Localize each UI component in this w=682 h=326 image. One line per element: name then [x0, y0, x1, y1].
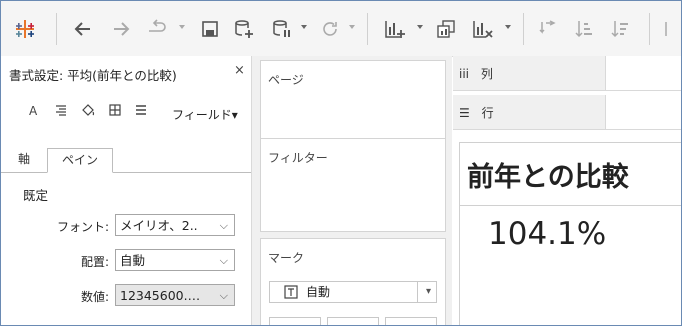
pause-auto-updates-icon[interactable]: [269, 15, 295, 43]
color-mark-button[interactable]: [269, 317, 321, 325]
close-icon[interactable]: ×: [234, 63, 245, 78]
back-icon[interactable]: [69, 15, 97, 43]
rows-label: 行: [481, 106, 494, 120]
format-panel-title: 書式設定: 平均(前年との比較): [9, 68, 177, 83]
format-tabs: 軸 ペイン: [1, 146, 251, 173]
rows-shelf[interactable]: ☰ 行: [453, 95, 681, 130]
sheet-title[interactable]: 前年との比較: [467, 155, 629, 194]
rows-icon: ☰: [459, 106, 470, 120]
columns-label: 列: [480, 67, 493, 81]
columns-drop-area[interactable]: [605, 56, 681, 90]
more-tools-icon[interactable]: [659, 15, 679, 43]
size-mark-button[interactable]: [327, 317, 379, 325]
filters-card[interactable]: フィルター: [260, 138, 446, 232]
redo-dropdown-icon[interactable]: [143, 15, 173, 43]
chevron-down-icon[interactable]: [505, 25, 511, 29]
chevron-down-icon[interactable]: [301, 25, 307, 29]
number-label: 数値:: [80, 290, 109, 304]
chevron-down-icon: ⌵: [219, 289, 228, 302]
swap-icon[interactable]: [535, 15, 561, 43]
alignment-format-icon[interactable]: [55, 104, 67, 119]
chevron-down-icon[interactable]: [349, 25, 355, 29]
columns-icon: iii: [459, 67, 470, 81]
new-worksheet-icon[interactable]: [381, 15, 409, 43]
number-format-select[interactable]: 12345600.… ⌵: [115, 284, 235, 306]
duplicate-sheet-icon[interactable]: [433, 15, 459, 43]
measure-value[interactable]: 104.1%: [488, 216, 606, 252]
toolbar: [1, 1, 681, 57]
alignment-select[interactable]: 自動 ⌵: [115, 249, 235, 271]
font-label: フォント:: [56, 220, 109, 234]
text-mark-icon: [284, 285, 298, 305]
section-default: 既定: [23, 188, 49, 203]
tab-pane[interactable]: ペイン: [47, 148, 113, 173]
side-cards: ページ フィルター マーク 自動 ▾: [252, 56, 452, 325]
lines-format-icon[interactable]: [135, 104, 147, 119]
chevron-down-icon: ⌵: [219, 219, 228, 232]
borders-format-icon[interactable]: [109, 104, 121, 119]
tableau-window: 書式設定: 平均(前年との比較) × A フィールド▾ 軸 ペイン 既定 フォン…: [0, 0, 682, 326]
columns-shelf[interactable]: iii 列: [453, 56, 681, 91]
tableau-logo-icon[interactable]: [11, 15, 39, 43]
mark-type-label: 自動: [306, 285, 331, 299]
tab-axis[interactable]: 軸: [9, 148, 39, 171]
rows-drop-area[interactable]: [605, 95, 681, 129]
format-panel: 書式設定: 平均(前年との比較) × A フィールド▾ 軸 ペイン 既定 フォン…: [1, 56, 252, 325]
chevron-down-icon: ⌵: [219, 254, 228, 267]
sort-descending-icon[interactable]: [607, 15, 633, 43]
new-data-source-icon[interactable]: [231, 15, 257, 43]
chevron-down-icon[interactable]: [417, 25, 423, 29]
clear-sheet-icon[interactable]: [469, 15, 497, 43]
font-format-icon[interactable]: A: [29, 104, 37, 118]
text-mark-button[interactable]: [385, 317, 437, 325]
font-select[interactable]: メイリオ、2.. ⌵: [115, 214, 235, 236]
pages-card[interactable]: ページ: [260, 60, 446, 142]
forward-icon[interactable]: [107, 15, 135, 43]
refresh-icon[interactable]: [317, 15, 343, 43]
sort-ascending-icon[interactable]: [571, 15, 597, 43]
pages-card-title: ページ: [268, 73, 304, 87]
alignment-label: 配置:: [80, 255, 109, 269]
save-icon[interactable]: [197, 15, 223, 43]
marks-card: マーク 自動 ▾: [260, 238, 446, 325]
field-dropdown[interactable]: フィールド▾: [172, 106, 238, 123]
chevron-down-icon: ▾: [425, 286, 431, 297]
marks-card-title: マーク: [268, 251, 305, 265]
mark-type-dropdown[interactable]: 自動 ▾: [269, 281, 437, 303]
worksheet-area: iii 列 ☰ 行 前年との比較 104.1%: [453, 56, 681, 325]
filters-card-title: フィルター: [268, 151, 328, 165]
worksheet-view: 前年との比較 104.1%: [459, 142, 681, 325]
chevron-down-icon[interactable]: [179, 25, 185, 29]
shading-format-icon[interactable]: [81, 104, 95, 119]
